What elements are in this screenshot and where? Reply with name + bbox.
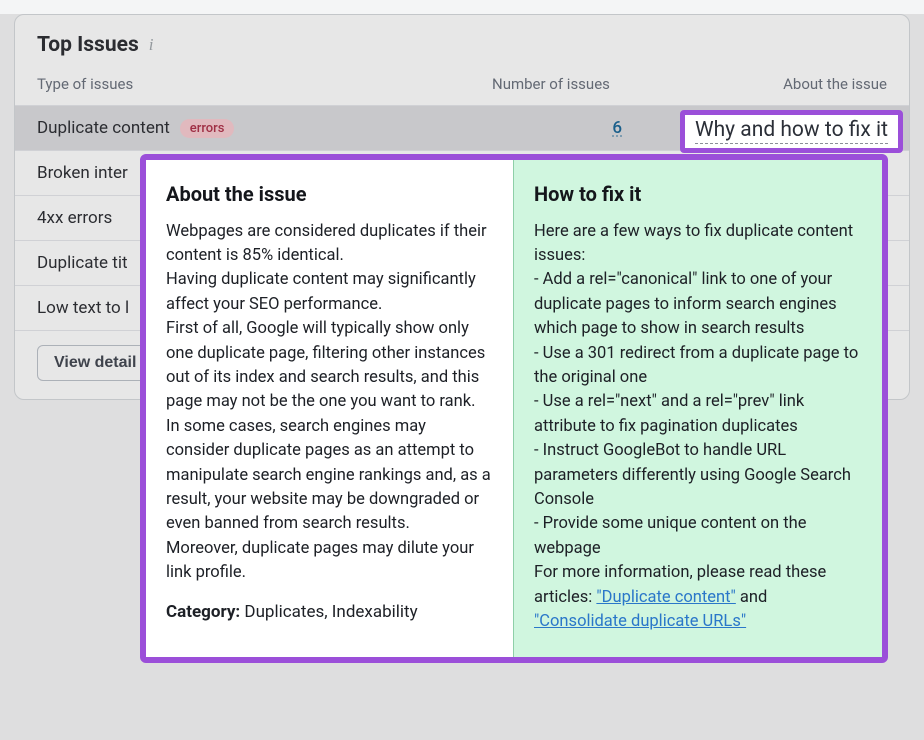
category-value: Duplicates, Indexability bbox=[244, 602, 417, 622]
why-and-how-fix-link[interactable]: Why and how to fix it bbox=[695, 118, 888, 144]
about-issue-heading: About the issue bbox=[166, 180, 493, 210]
col-header-type: Type of issues bbox=[37, 75, 492, 93]
how-to-fix-list: - Add a rel="canonical" link to one of y… bbox=[534, 268, 862, 561]
how-to-fix-item: - Use a 301 redirect from a duplicate pa… bbox=[534, 342, 862, 391]
column-headers: Type of issues Number of issues About th… bbox=[15, 69, 909, 105]
category-label: Category: bbox=[166, 602, 240, 622]
consolidate-urls-link[interactable]: "Consolidate duplicate URLs" bbox=[534, 612, 746, 631]
issue-detail-popup: About the issue Webpages are considered … bbox=[140, 154, 888, 663]
how-to-fix-column: How to fix it Here are a few ways to fix… bbox=[514, 160, 882, 657]
about-issue-body: Webpages are considered duplicates if th… bbox=[166, 220, 493, 586]
view-details-button[interactable]: View detail bbox=[37, 345, 153, 381]
duplicate-content-link[interactable]: "Duplicate content" bbox=[596, 588, 735, 607]
about-issue-column: About the issue Webpages are considered … bbox=[146, 160, 514, 657]
how-to-fix-item: - Instruct GoogleBot to handle URL param… bbox=[534, 439, 862, 512]
page-title: Top Issues bbox=[37, 33, 139, 57]
how-to-fix-item: - Use a rel="next" and a rel="prev" link… bbox=[534, 390, 862, 439]
why-fix-highlight: Why and how to fix it bbox=[680, 110, 903, 153]
panel-header: Top Issues i bbox=[15, 15, 909, 69]
col-header-about: About the issue bbox=[652, 75, 887, 93]
issue-name: Duplicate tit bbox=[37, 253, 128, 273]
how-to-fix-heading: How to fix it bbox=[534, 180, 862, 210]
issue-name: Broken inter bbox=[37, 163, 128, 183]
info-icon[interactable]: i bbox=[149, 36, 154, 53]
issue-count[interactable]: 6 bbox=[612, 118, 622, 138]
issue-name: Low text to l bbox=[37, 298, 129, 318]
how-to-fix-more: For more information, please read these … bbox=[534, 561, 862, 634]
issue-name: 4xx errors bbox=[37, 208, 112, 228]
how-to-fix-item: - Add a rel="canonical" link to one of y… bbox=[534, 268, 862, 341]
how-to-fix-item: - Provide some unique content on the web… bbox=[534, 512, 862, 561]
issue-name: Duplicate content bbox=[37, 118, 170, 138]
col-header-number: Number of issues bbox=[492, 75, 652, 93]
how-to-fix-intro: Here are a few ways to fix duplicate con… bbox=[534, 220, 862, 269]
category-row: Category: Duplicates, Indexability bbox=[166, 600, 493, 625]
error-badge: errors bbox=[180, 119, 235, 138]
more-info-mid: and bbox=[736, 588, 768, 607]
